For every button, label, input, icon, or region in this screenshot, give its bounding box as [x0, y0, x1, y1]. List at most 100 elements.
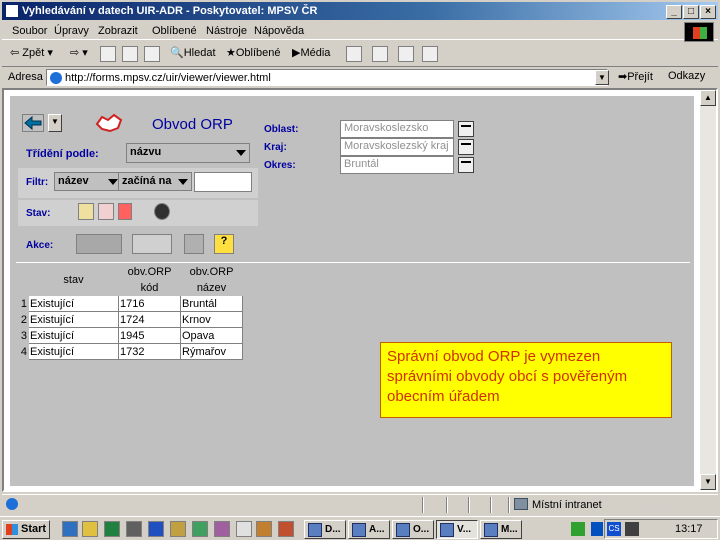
region-field[interactable]: Moravskoslezsko [340, 120, 454, 138]
links-button[interactable]: Odkazy [668, 70, 705, 82]
print-action-icon[interactable] [184, 234, 204, 254]
maximize-button[interactable]: □ [683, 5, 699, 19]
cell-kod: 1732 [118, 343, 181, 360]
nav-dropdown-button[interactable]: ▼ [48, 114, 62, 132]
header-kod-1[interactable]: obv.ORP [118, 263, 181, 280]
history-icon[interactable] [346, 46, 362, 62]
word-quicklaunch-icon[interactable] [148, 521, 164, 537]
task-button-v[interactable]: V... [436, 520, 478, 539]
help-icon[interactable]: ? [214, 234, 234, 254]
search-button[interactable]: 🔍Hledat [170, 46, 216, 59]
grid-action-icon[interactable] [132, 234, 172, 254]
task-label: D... [325, 524, 341, 535]
mail-icon[interactable] [372, 46, 388, 62]
action-label: Akce: [26, 240, 54, 251]
app6-quicklaunch-icon[interactable] [278, 521, 294, 537]
header-stav[interactable]: stav [28, 263, 119, 296]
status-label: Stav: [26, 208, 51, 219]
volume-tray-icon[interactable] [625, 522, 639, 536]
table-row[interactable]: 1 Existující 1716 Bruntál [16, 295, 243, 312]
region-picker-button[interactable] [458, 121, 474, 137]
start-button[interactable]: Start [2, 520, 50, 539]
go-button[interactable]: ➡Přejít [618, 70, 653, 83]
task-button-d[interactable]: D... [304, 520, 346, 539]
app-quicklaunch-icon[interactable] [170, 521, 186, 537]
cell-kod: 1716 [118, 295, 181, 312]
sort-select[interactable]: názvu [126, 143, 250, 163]
status-row: Stav: [18, 200, 258, 226]
excel-quicklaunch-icon[interactable] [104, 521, 120, 537]
existing-status-icon[interactable] [78, 203, 94, 220]
print-icon[interactable] [398, 46, 414, 62]
cell-nazev: Bruntál [180, 295, 243, 312]
filter-op-select[interactable]: začíná na [118, 172, 192, 191]
refresh-action-icon[interactable] [76, 234, 122, 254]
header-nazev-2[interactable]: název [180, 279, 243, 296]
status-bar: Místní intranet [2, 494, 718, 514]
network-tray-icon[interactable] [571, 522, 585, 536]
calc-quicklaunch-icon[interactable] [126, 521, 142, 537]
address-dropdown-button[interactable]: ▼ [595, 70, 609, 85]
trash-icon[interactable] [118, 203, 132, 220]
language-indicator[interactable]: CS [607, 522, 621, 536]
title-bar: Vyhledávání v datech UIR-ADR - Poskytova… [2, 2, 718, 20]
search-label: Hledat [183, 47, 216, 59]
menu-tools[interactable]: Nástroje [206, 25, 247, 37]
scroll-up-button[interactable]: ▲ [700, 90, 716, 106]
back-label: Zpět [22, 47, 45, 59]
filter-input[interactable] [194, 172, 252, 192]
media-button[interactable]: ▶Média [292, 46, 330, 59]
row-number: 2 [16, 311, 29, 328]
task-button-m[interactable]: M... [480, 520, 522, 539]
minimize-button[interactable]: _ [666, 5, 682, 19]
vertical-scrollbar[interactable]: ▲ ▼ [700, 90, 716, 490]
refresh-icon[interactable] [122, 46, 138, 62]
filter-row: Filtr: název začíná na [18, 168, 258, 198]
table-row[interactable]: 3 Existující 1945 Opava [16, 327, 243, 344]
cell-nazev: Rýmařov [180, 343, 243, 360]
folder-quicklaunch-icon[interactable] [82, 521, 98, 537]
window-icon [308, 523, 322, 537]
chevron-down-icon [236, 150, 246, 156]
cell-stav: Existující [28, 295, 119, 312]
app4-quicklaunch-icon[interactable] [236, 521, 252, 537]
edit-icon[interactable] [422, 46, 438, 62]
okres-field[interactable]: Bruntál [340, 156, 454, 174]
ie-quicklaunch-icon[interactable] [62, 521, 78, 537]
stop-icon[interactable] [100, 46, 116, 62]
menu-view[interactable]: Zobrazit [98, 25, 138, 37]
forward-button[interactable]: ⇨ ▾ [70, 46, 88, 59]
scroll-down-button[interactable]: ▼ [700, 474, 716, 490]
address-input[interactable]: http://forms.mpsv.cz/uir/viewer/viewer.h… [46, 69, 608, 86]
okres-picker-button[interactable] [458, 157, 474, 173]
table-row[interactable]: 2 Existující 1724 Krnov [16, 311, 243, 328]
menu-edit[interactable]: Úpravy [54, 25, 89, 37]
app5-quicklaunch-icon[interactable] [256, 521, 272, 537]
close-button[interactable]: × [700, 5, 716, 19]
kraj-picker-button[interactable] [458, 139, 474, 155]
window-icon [352, 523, 366, 537]
chart-status-icon[interactable] [98, 203, 114, 220]
app3-quicklaunch-icon[interactable] [214, 521, 230, 537]
menu-file[interactable]: Soubor [12, 25, 47, 37]
menu-favorites[interactable]: Oblíbené [152, 25, 197, 37]
back-arrow-icon[interactable] [22, 114, 44, 132]
header-nazev-1[interactable]: obv.ORP [180, 263, 243, 280]
filter-field-select[interactable]: název [54, 172, 122, 191]
table-row[interactable]: 4 Existující 1732 Rýmařov [16, 343, 243, 360]
tray-icon[interactable] [591, 522, 603, 536]
task-button-a[interactable]: A... [348, 520, 390, 539]
address-url: http://forms.mpsv.cz/uir/viewer/viewer.h… [65, 72, 271, 84]
header-kod-2[interactable]: kód [118, 279, 181, 296]
task-button-o[interactable]: O... [392, 520, 434, 539]
media-label: Média [300, 47, 331, 59]
app2-quicklaunch-icon[interactable] [192, 521, 208, 537]
menu-help[interactable]: Nápověda [254, 25, 304, 37]
mask-icon[interactable] [154, 203, 170, 220]
kraj-field[interactable]: Moravskoslezský kraj [340, 138, 454, 156]
home-icon[interactable] [144, 46, 160, 62]
favorites-button[interactable]: ★Oblíbené [226, 46, 281, 59]
back-button[interactable]: ⇦ Zpět ▾ [10, 46, 53, 59]
filter-label: Filtr: [26, 177, 49, 188]
info-note: Správní obvod ORP je vymezen správními o… [380, 342, 672, 418]
